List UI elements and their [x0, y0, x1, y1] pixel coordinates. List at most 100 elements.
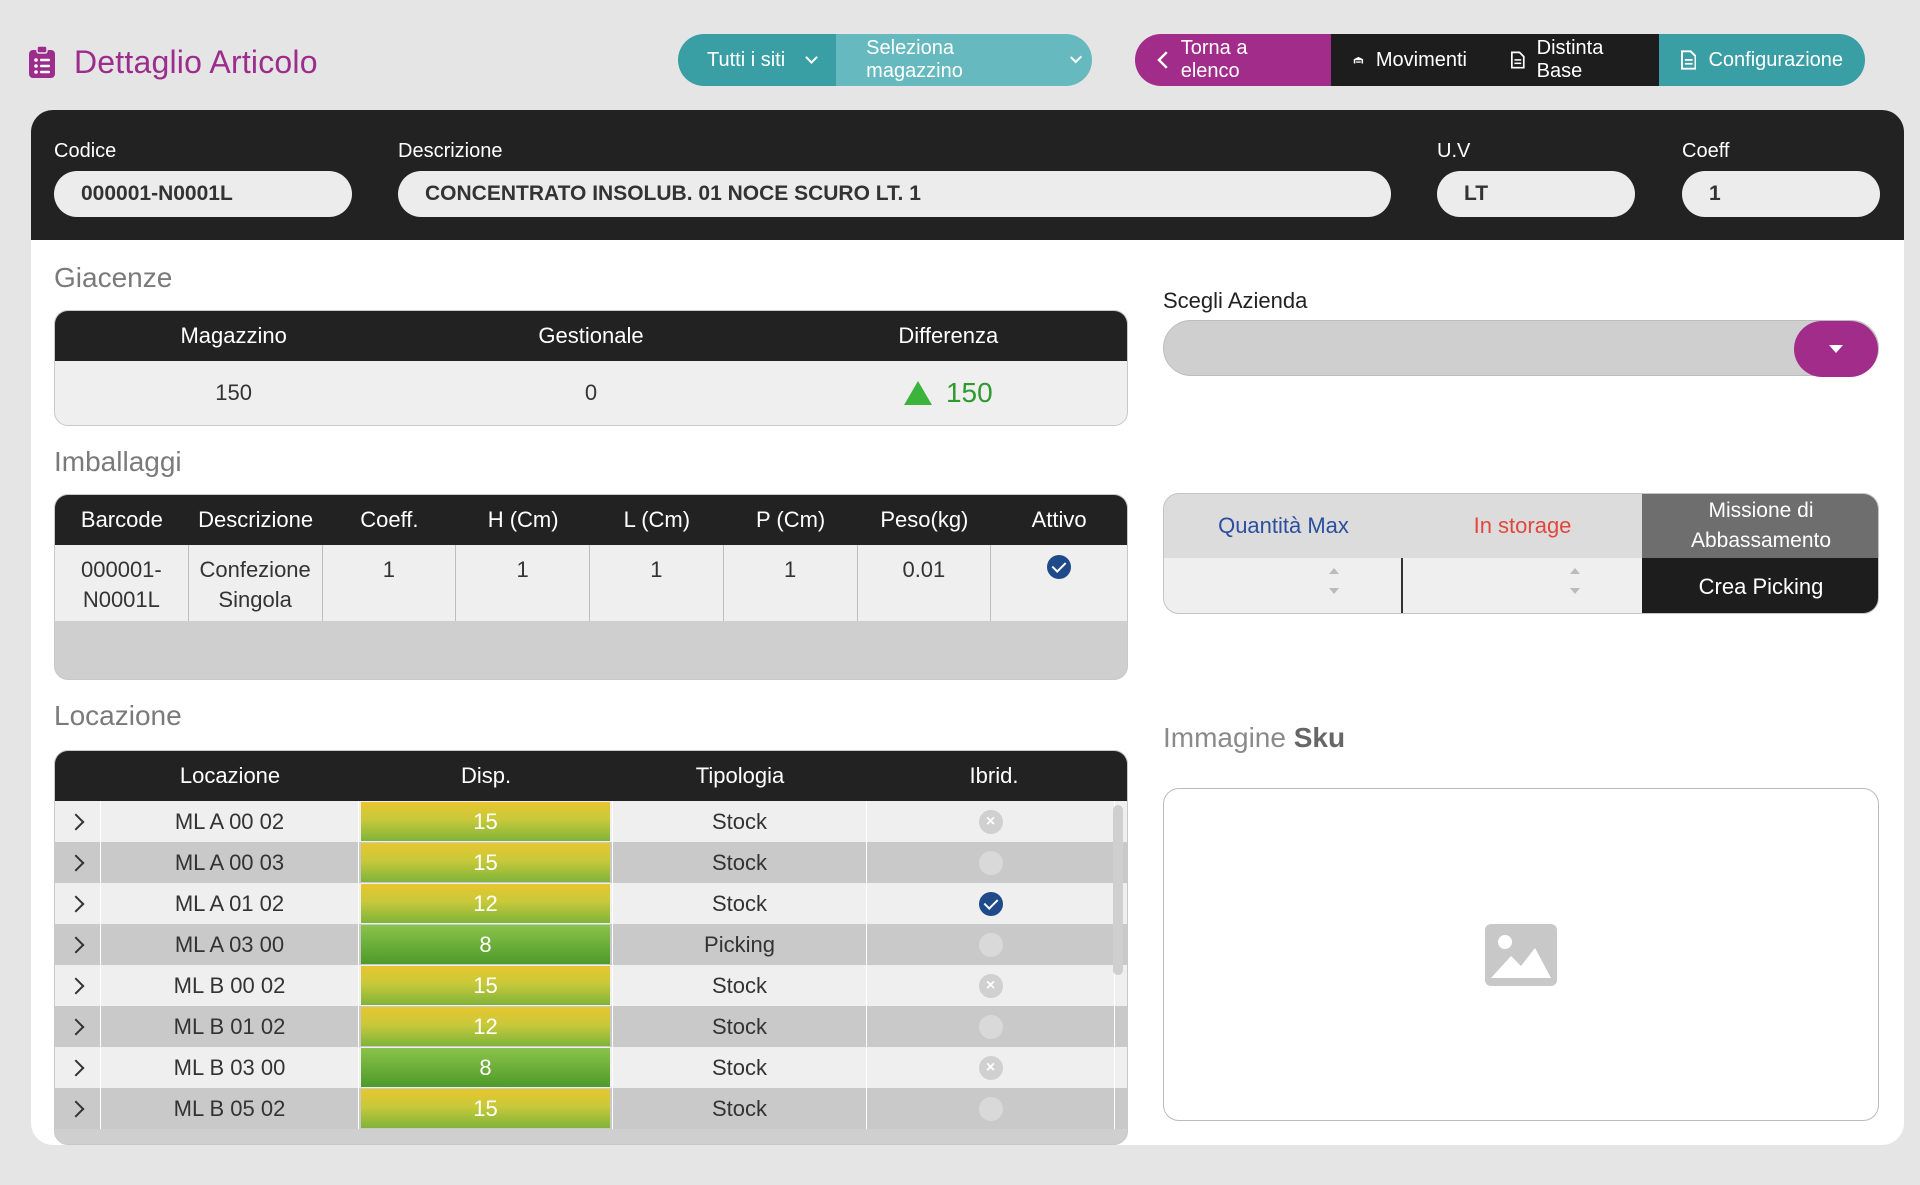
uv-label: U.V	[1437, 140, 1471, 162]
bom-button[interactable]: Distinta Base	[1489, 34, 1659, 86]
col-tipologia: Tipologia	[695, 763, 785, 788]
table-row[interactable]: ML B 01 02 12 Stock	[55, 1006, 1127, 1047]
disp-value: 8	[361, 1048, 610, 1087]
check-circle-icon[interactable]	[978, 891, 1003, 916]
disp-cell: 12	[359, 1006, 613, 1047]
in-storage-label: In storage	[1473, 513, 1572, 538]
configuration-button[interactable]: Configurazione	[1659, 34, 1865, 86]
azienda-dropdown-button[interactable]	[1794, 321, 1878, 377]
nav-button-group: Torna a elenco Movimenti Distinta Base C…	[1135, 34, 1865, 86]
x-circle-icon[interactable]: ×	[978, 973, 1003, 998]
chevron-right-icon[interactable]	[67, 1018, 84, 1035]
expand-row-cell[interactable]	[55, 1047, 101, 1088]
expand-row-cell[interactable]	[55, 965, 101, 1006]
quantity-stepper[interactable]	[1329, 568, 1341, 604]
table-row[interactable]: ML A 00 02 15 Stock ×	[55, 801, 1127, 842]
locazione-cell: ML A 03 00	[101, 924, 359, 965]
table-row[interactable]: ML B 00 02 15 Stock ×	[55, 965, 1127, 1006]
gestionale-value: 0	[584, 380, 598, 405]
barcode-line-2: N0001L	[82, 587, 160, 612]
warehouse-select[interactable]: Seleziona magazzino	[836, 34, 1093, 86]
expand-row-cell[interactable]	[55, 1088, 101, 1129]
expand-row-cell[interactable]	[55, 883, 101, 924]
table-row[interactable]: ML B 05 02 15 Stock	[55, 1088, 1127, 1129]
uv-input[interactable]: LT	[1437, 171, 1635, 217]
crea-picking-button[interactable]: Crea Picking	[1642, 558, 1878, 613]
chevron-right-icon[interactable]	[67, 1100, 84, 1117]
chevron-right-icon[interactable]	[67, 1059, 84, 1076]
movements-label: Movimenti	[1375, 48, 1467, 71]
azienda-select[interactable]	[1163, 320, 1879, 377]
expand-row-cell[interactable]	[55, 842, 101, 883]
col-descrizione: Descrizione	[198, 507, 314, 532]
attivo-cell	[991, 545, 1127, 621]
barcode-line-1: 000001-	[81, 557, 162, 582]
disp-cell: 8	[359, 1047, 613, 1088]
warehouse-icon	[1353, 56, 1364, 64]
tipologia-cell: Stock	[613, 965, 867, 1006]
quantita-max-label: Quantità Max	[1218, 513, 1349, 538]
table-row[interactable]: ML B 03 00 8 Stock ×	[55, 1047, 1127, 1088]
empty-circle-icon[interactable]	[978, 1014, 1003, 1039]
in-storage-input[interactable]	[1403, 558, 1642, 613]
quantity-stepper[interactable]	[1570, 568, 1582, 604]
table-header: Barcode Descrizione Coeff. H (Cm) L (Cm)…	[55, 495, 1127, 545]
peso-cell: 0.01	[858, 545, 992, 621]
disp-value: 15	[361, 966, 610, 1005]
locazione-scrollbar[interactable]	[1113, 805, 1123, 975]
top-bar: Dettaglio Articolo Tutti i siti Selezion…	[0, 0, 1920, 110]
locazione-title: Locazione	[54, 700, 182, 731]
trend-up-icon	[903, 381, 932, 405]
ibrid-cell	[867, 883, 1115, 924]
col-l: L (Cm)	[623, 507, 691, 532]
x-circle-icon[interactable]: ×	[978, 809, 1003, 834]
azienda-label: Scegli Azienda	[1163, 288, 1308, 313]
expand-row-cell[interactable]	[55, 924, 101, 965]
missione-abbassamento-label: Missione di Abbassamento	[1642, 494, 1878, 558]
coeff-input[interactable]: 1	[1682, 171, 1880, 217]
col-p: P (Cm)	[755, 507, 826, 532]
coeff-label: Coeff	[1682, 140, 1730, 162]
document-icon	[1681, 50, 1697, 70]
empty-circle-icon[interactable]	[978, 932, 1003, 957]
barcode-cell: 000001- N0001L	[55, 545, 189, 621]
expand-row-cell[interactable]	[55, 801, 101, 842]
chevron-right-icon[interactable]	[67, 813, 84, 830]
uv-field: U.V LT	[1437, 140, 1635, 217]
expand-row-cell[interactable]	[55, 1006, 101, 1047]
col-peso: Peso(kg)	[880, 507, 969, 532]
check-circle-icon[interactable]	[1047, 555, 1072, 579]
ibrid-cell: ×	[867, 965, 1115, 1006]
article-header: Codice 000001-N0001L Descrizione CONCENT…	[31, 110, 1904, 240]
table-row[interactable]: ML A 00 03 15 Stock	[55, 842, 1127, 883]
tipologia-cell: Stock	[613, 842, 867, 883]
chevron-right-icon[interactable]	[67, 977, 84, 994]
table-row[interactable]: ML A 01 02 12 Stock	[55, 883, 1127, 924]
table-row[interactable]: ML A 03 00 8 Picking	[55, 924, 1127, 965]
locazione-cell: ML B 05 02	[101, 1088, 359, 1129]
description-input[interactable]: CONCENTRATO INSOLUB. 01 NOCE SCURO LT. 1	[398, 171, 1391, 217]
disp-cell: 15	[359, 801, 613, 842]
col-differenza: Differenza	[898, 323, 999, 348]
tipologia-cell: Stock	[613, 883, 867, 924]
empty-circle-icon[interactable]	[978, 1096, 1003, 1121]
code-input[interactable]: 000001-N0001L	[54, 171, 352, 217]
p-cell: 1	[724, 545, 858, 621]
quantita-max-input[interactable]	[1164, 558, 1403, 613]
site-select[interactable]: Tutti i siti	[678, 34, 837, 86]
chevron-right-icon[interactable]	[67, 895, 84, 912]
movements-button[interactable]: Movimenti	[1331, 34, 1489, 86]
locazione-cell: ML B 03 00	[101, 1047, 359, 1088]
chevron-right-icon[interactable]	[67, 854, 84, 871]
magazzino-value: 150	[215, 380, 253, 405]
sku-image-box[interactable]	[1163, 788, 1879, 1121]
tipologia-cell: Stock	[613, 1047, 867, 1088]
back-to-list-button[interactable]: Torna a elenco	[1135, 34, 1331, 86]
disp-value: 8	[361, 925, 610, 964]
chevron-right-icon[interactable]	[67, 936, 84, 953]
chevron-left-icon	[1157, 51, 1168, 69]
empty-circle-icon[interactable]	[978, 850, 1003, 875]
x-circle-icon[interactable]: ×	[978, 1055, 1003, 1080]
mission-line-1: Missione di	[1708, 499, 1814, 522]
col-ibrid: Ibrid.	[969, 763, 1019, 788]
